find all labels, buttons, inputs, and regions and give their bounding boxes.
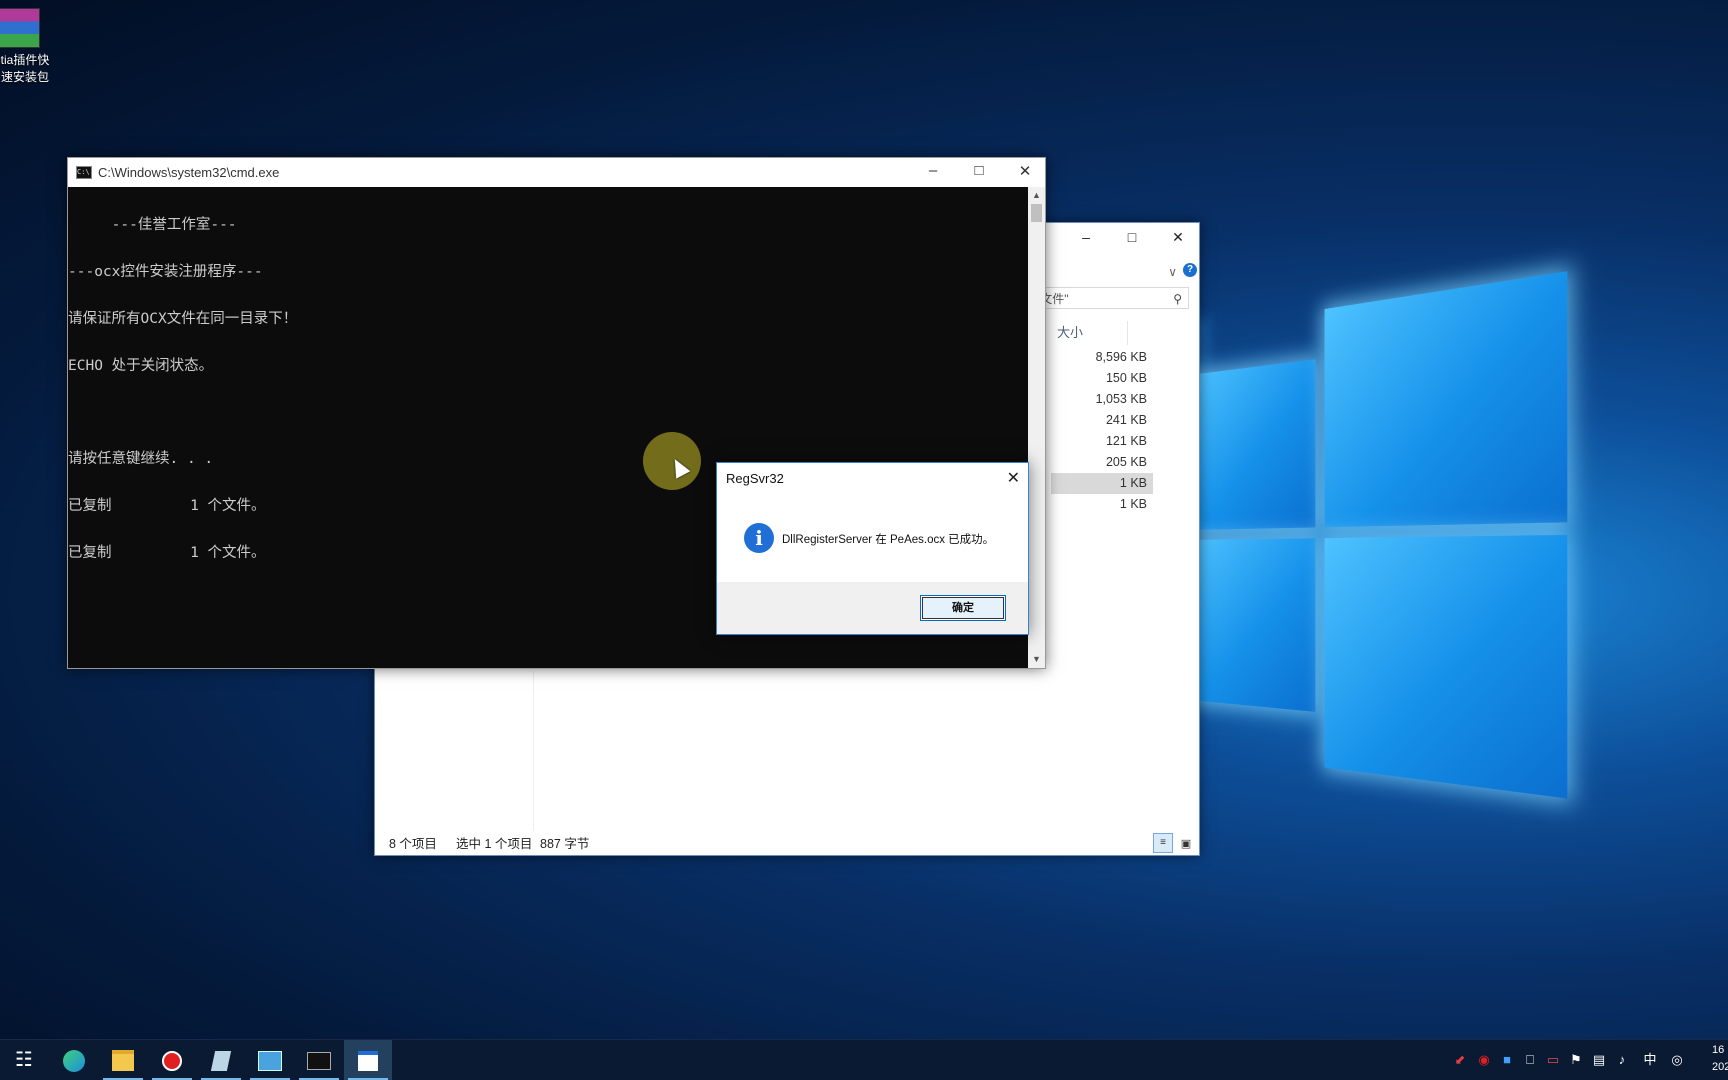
info-icon: i xyxy=(744,523,774,553)
maximize-icon[interactable]: □ xyxy=(1117,229,1147,245)
dialog-title: RegSvr32 xyxy=(726,471,784,486)
status-selected: 选中 1 个项目 xyxy=(456,837,533,851)
minimize-icon[interactable]: – xyxy=(913,162,953,179)
dialog-message: DllRegisterServer 在 PeAes.ocx 已成功。 xyxy=(782,534,995,546)
status-size: 887 字节 xyxy=(540,837,590,851)
pdf-tray-icon[interactable]: ⬋ xyxy=(1450,1040,1470,1080)
nav-pane-divider xyxy=(533,671,534,831)
record-tray-icon[interactable]: ◉ xyxy=(1474,1040,1494,1080)
file-row-size[interactable]: 150 KB xyxy=(1051,368,1153,389)
file-row-size[interactable]: 241 KB xyxy=(1051,410,1153,431)
cmd-icon: C:\ xyxy=(76,166,92,179)
notepad-icon[interactable] xyxy=(197,1040,245,1080)
clock-date: 2022 xyxy=(1712,1061,1728,1073)
file-row-size[interactable]: 8,596 KB xyxy=(1051,347,1153,368)
close-icon[interactable]: ✕ xyxy=(1005,162,1045,180)
scroll-up-icon[interactable]: ▲ xyxy=(1028,187,1045,204)
security-icon[interactable]: ⚑ xyxy=(1566,1040,1586,1080)
taskbar: ☷ ⬋ ◉ ■ ⎕ ▭ ⚑ ▤ ♪ 中 ◎ 16 2022 xyxy=(0,1039,1728,1080)
volume-icon[interactable]: ♪ xyxy=(1612,1040,1632,1080)
column-header-size[interactable]: 大小 xyxy=(1051,321,1128,345)
desktop-icon-label-2: 速安装包 xyxy=(0,70,49,84)
file-explorer-icon[interactable] xyxy=(99,1040,147,1080)
details-view-icon[interactable]: ≡ xyxy=(1153,833,1173,853)
desktop-icon-label-1: tia插件快 xyxy=(0,53,50,67)
search-icon[interactable]: ⚲ xyxy=(1173,288,1182,310)
console-line: ---ocx控件安装注册程序--- xyxy=(68,263,263,280)
ok-button[interactable]: 确定 xyxy=(920,595,1006,621)
scroll-thumb[interactable] xyxy=(1031,204,1042,222)
status-item-count: 8 个项目 xyxy=(389,837,437,851)
search-tray-icon[interactable]: ◎ xyxy=(1667,1040,1687,1080)
edge-icon[interactable] xyxy=(50,1040,98,1080)
chevron-down-icon[interactable]: ∨ xyxy=(1168,265,1177,279)
clock-time: 16 xyxy=(1712,1044,1725,1056)
network-icon[interactable]: ▤ xyxy=(1589,1040,1609,1080)
regsvr-taskbar-icon[interactable] xyxy=(344,1040,392,1080)
file-row-size[interactable]: 1 KB xyxy=(1051,494,1153,515)
console-line: ECHO 处于关闭状态。 xyxy=(68,357,214,374)
close-icon[interactable]: ✕ xyxy=(1007,468,1020,488)
console-line: 请保证所有OCX文件在同一目录下！ xyxy=(68,310,298,327)
regsvr32-dialog[interactable]: RegSvr32 ✕ i DllRegisterServer 在 PeAes.o… xyxy=(716,462,1029,635)
file-list: 8,596 KB 150 KB 1,053 KB 241 KB 121 KB 2… xyxy=(1051,347,1153,515)
file-row-size-selected[interactable]: 1 KB xyxy=(1051,473,1153,494)
task-view-icon[interactable]: ☷ xyxy=(0,1040,48,1080)
console-line: ---佳誉工作室--- xyxy=(68,217,237,234)
winrar-archive-icon xyxy=(0,8,40,48)
scroll-down-icon[interactable]: ▼ xyxy=(1028,651,1045,668)
ime-indicator[interactable]: 中 xyxy=(1640,1040,1660,1080)
usb-icon[interactable]: ⎕ xyxy=(1520,1040,1540,1080)
battery-tray-icon[interactable]: ▭ xyxy=(1543,1040,1563,1080)
console-scrollbar[interactable]: ▲ ▼ xyxy=(1028,187,1045,668)
app-tray-icon[interactable]: ■ xyxy=(1497,1040,1517,1080)
record-icon[interactable] xyxy=(148,1040,196,1080)
maximize-icon[interactable]: □ xyxy=(959,162,999,179)
file-row-size[interactable]: 1,053 KB xyxy=(1051,389,1153,410)
desktop-icon-installer[interactable]: tia插件快 速安装包 xyxy=(0,8,60,86)
status-bar: 8 个项目 选中 1 个项目 887 字节 ≡ ▣ xyxy=(375,833,1199,855)
file-row-size[interactable]: 205 KB xyxy=(1051,452,1153,473)
large-icons-view-icon[interactable]: ▣ xyxy=(1177,835,1195,853)
cmd-title: C:\Windows\system32\cmd.exe xyxy=(98,165,280,180)
cmd-titlebar[interactable]: C:\ C:\Windows\system32\cmd.exe – □ ✕ xyxy=(68,158,1045,187)
control-panel-icon[interactable] xyxy=(246,1040,294,1080)
help-icon[interactable]: ? xyxy=(1183,263,1197,277)
dialog-footer: 确定 xyxy=(717,582,1028,634)
windows-logo xyxy=(1190,271,1620,799)
file-row-size[interactable]: 121 KB xyxy=(1051,431,1153,452)
clock[interactable]: 16 2022 xyxy=(1712,1042,1728,1076)
close-icon[interactable]: ✕ xyxy=(1163,229,1193,246)
cmd-taskbar-icon[interactable] xyxy=(295,1040,343,1080)
minimize-icon[interactable]: – xyxy=(1071,229,1101,245)
